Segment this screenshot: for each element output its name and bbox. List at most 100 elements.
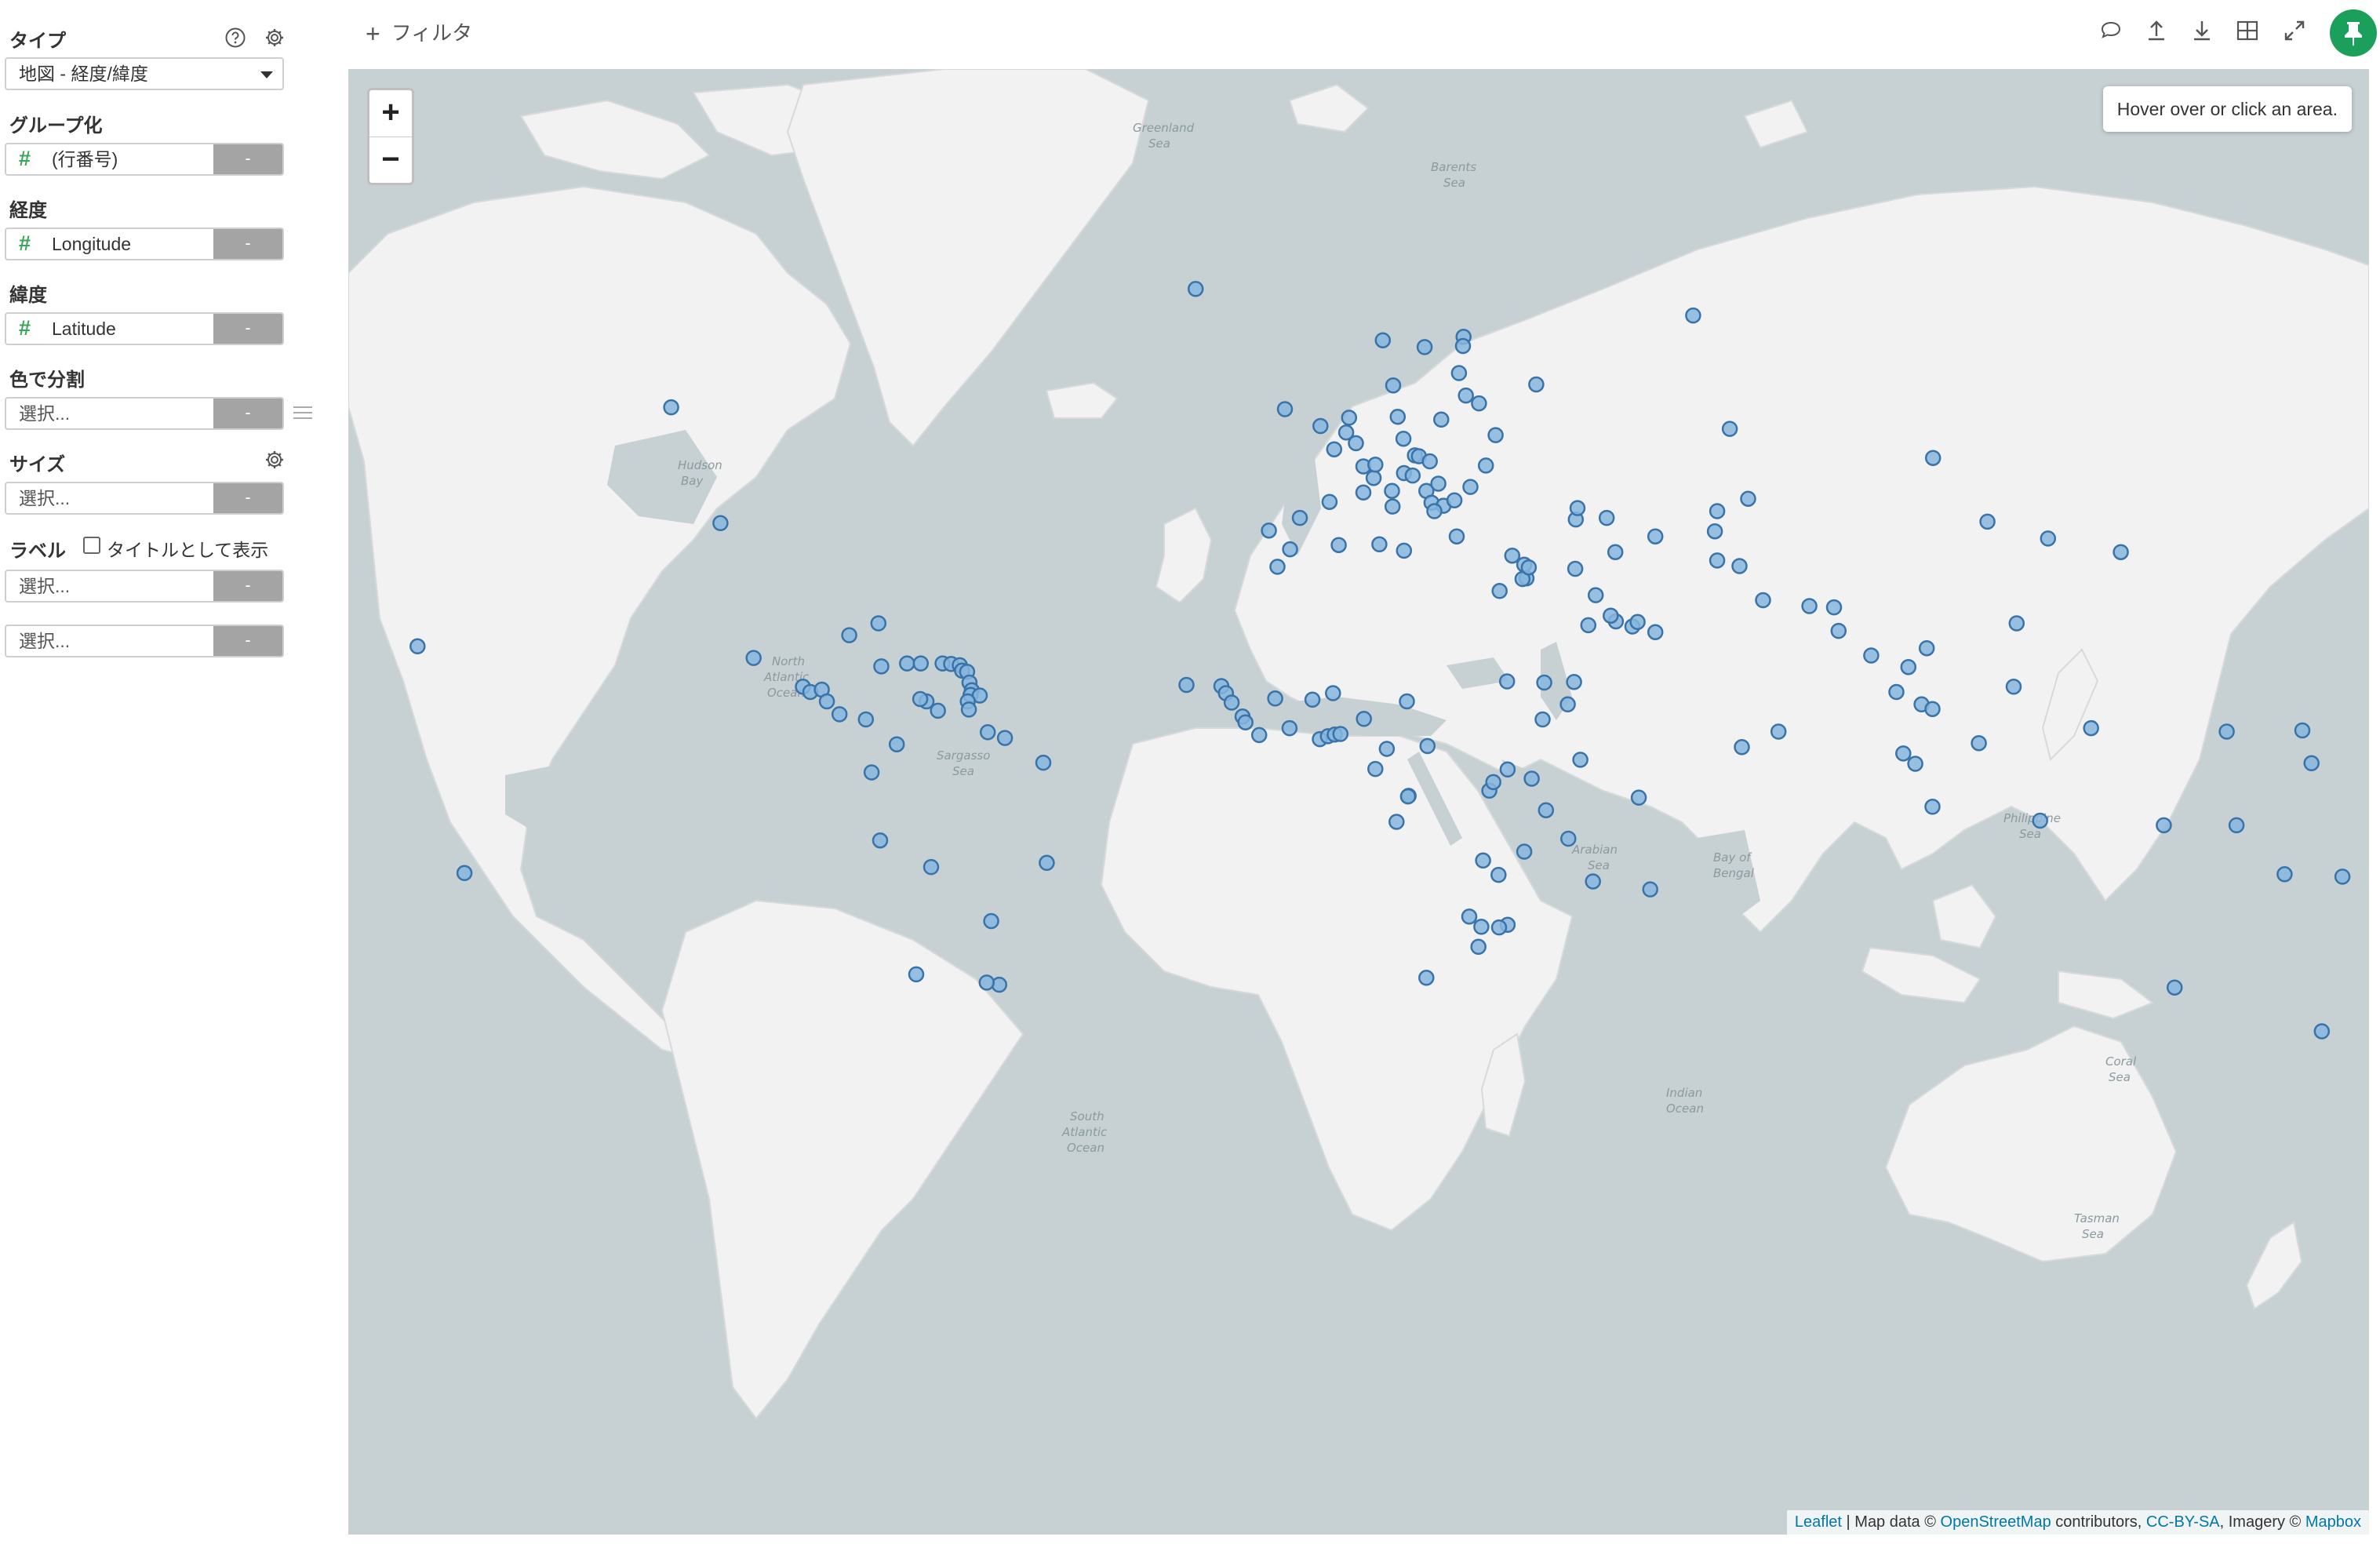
map-marker[interactable] xyxy=(1538,802,1555,818)
map-marker[interactable] xyxy=(872,832,889,849)
map-marker[interactable] xyxy=(1454,337,1472,355)
map-marker[interactable] xyxy=(1918,639,1935,657)
latitude-field[interactable]: # Latitude - xyxy=(5,312,284,345)
map-marker[interactable] xyxy=(818,693,835,710)
menu-lines-icon[interactable] xyxy=(293,406,312,422)
map-marker[interactable] xyxy=(1801,598,1818,614)
map-marker[interactable] xyxy=(2156,817,2172,834)
map-marker[interactable] xyxy=(409,638,426,655)
map-marker[interactable] xyxy=(1740,490,1756,507)
map-marker[interactable] xyxy=(1433,411,1450,428)
map-marker[interactable] xyxy=(1291,509,1308,526)
help-icon[interactable] xyxy=(224,27,246,49)
map-marker[interactable] xyxy=(1491,583,1508,599)
map-marker[interactable] xyxy=(1378,741,1396,757)
zoom-in-button[interactable]: + xyxy=(369,90,412,137)
map-marker[interactable] xyxy=(1490,866,1507,883)
map-marker[interactable] xyxy=(2040,530,2057,547)
leaflet-link[interactable]: Leaflet xyxy=(1795,1513,1842,1531)
color-split-field[interactable]: 選択... - xyxy=(5,397,284,430)
map-marker[interactable] xyxy=(923,858,940,876)
map-marker[interactable] xyxy=(870,615,887,632)
map-marker[interactable] xyxy=(1971,734,1987,752)
gear-icon[interactable] xyxy=(264,27,286,49)
map-marker[interactable] xyxy=(1471,395,1487,412)
map-marker[interactable] xyxy=(2083,719,2099,737)
map-marker[interactable] xyxy=(1355,484,1372,501)
map-marker[interactable] xyxy=(1276,401,1294,417)
map-marker[interactable] xyxy=(1187,281,1204,297)
map-marker[interactable] xyxy=(983,912,999,930)
longitude-field[interactable]: # Longitude - xyxy=(5,228,284,260)
map-marker[interactable] xyxy=(1430,475,1447,492)
map-marker[interactable] xyxy=(857,711,875,728)
map-marker[interactable] xyxy=(1388,814,1405,830)
map-marker[interactable] xyxy=(712,515,729,532)
map-marker[interactable] xyxy=(1863,647,1880,664)
map-marker[interactable] xyxy=(1560,830,1577,847)
map-marker[interactable] xyxy=(1450,365,1468,381)
map-marker[interactable] xyxy=(863,764,880,781)
map-marker[interactable] xyxy=(1367,760,1384,777)
map-marker[interactable] xyxy=(1399,693,1415,710)
map-marker[interactable] xyxy=(1250,726,1268,744)
map-marker[interactable] xyxy=(1470,938,1487,956)
map-marker[interactable] xyxy=(1630,789,1647,806)
map-marker[interactable] xyxy=(1572,752,1588,768)
map-marker[interactable] xyxy=(2008,615,2025,632)
map-marker[interactable] xyxy=(2303,755,2320,772)
map-marker[interactable] xyxy=(899,655,915,672)
map-marker[interactable] xyxy=(1706,523,1723,540)
map-marker[interactable] xyxy=(2294,722,2311,739)
map-marker[interactable] xyxy=(1523,770,1540,787)
map-marker[interactable] xyxy=(1477,457,1494,474)
license-link[interactable]: CC-BY-SA xyxy=(2146,1513,2220,1531)
map-marker[interactable] xyxy=(1979,513,1996,530)
map-marker[interactable] xyxy=(1365,469,1382,486)
map-marker[interactable] xyxy=(1475,852,1491,869)
map-marker[interactable] xyxy=(1598,509,1615,526)
label-field-2[interactable]: 選択... - xyxy=(5,625,284,657)
upload-icon[interactable] xyxy=(2143,17,2170,44)
longitude-remove-button[interactable]: - xyxy=(213,229,282,259)
map-marker[interactable] xyxy=(1825,599,1843,616)
map-marker[interactable] xyxy=(1516,843,1533,860)
map-marker[interactable] xyxy=(745,650,762,666)
map-marker[interactable] xyxy=(2218,723,2235,740)
group-field[interactable]: # (行番号) - xyxy=(5,143,284,176)
map-marker[interactable] xyxy=(1384,482,1400,499)
map-marker[interactable] xyxy=(1448,528,1465,544)
map-marker[interactable] xyxy=(888,736,905,752)
map-marker[interactable] xyxy=(1330,537,1347,553)
map-marker[interactable] xyxy=(1569,500,1586,516)
size-gear-icon[interactable] xyxy=(264,449,286,471)
map-marker[interactable] xyxy=(1520,559,1538,576)
map-marker[interactable] xyxy=(2166,979,2183,996)
map-marker[interactable] xyxy=(960,701,977,718)
download-icon[interactable] xyxy=(2189,17,2215,44)
map-marker[interactable] xyxy=(930,702,946,719)
map-marker[interactable] xyxy=(1924,450,1941,466)
map-marker[interactable] xyxy=(978,974,995,991)
map-marker[interactable] xyxy=(1603,607,1619,624)
map-marker[interactable] xyxy=(1446,492,1463,508)
map-marker[interactable] xyxy=(2113,544,2129,560)
map-marker[interactable] xyxy=(1709,552,1726,569)
map-marker[interactable] xyxy=(1473,919,1490,935)
map-marker[interactable] xyxy=(456,865,473,882)
map-marker[interactable] xyxy=(1326,441,1343,457)
map-marker[interactable] xyxy=(1035,754,1052,771)
map-marker[interactable] xyxy=(1734,739,1750,756)
map-marker[interactable] xyxy=(1685,307,1701,324)
expand-icon[interactable] xyxy=(2281,17,2308,44)
map-marker[interactable] xyxy=(1421,453,1438,470)
latitude-remove-button[interactable]: - xyxy=(213,314,282,344)
map-marker[interactable] xyxy=(1567,560,1584,577)
map-marker[interactable] xyxy=(1566,673,1582,690)
map-marker[interactable] xyxy=(1487,427,1504,443)
label-field-1[interactable]: 選択... - xyxy=(5,570,284,603)
map-marker[interactable] xyxy=(1404,467,1421,484)
map-marker[interactable] xyxy=(1709,503,1726,519)
map-marker[interactable] xyxy=(663,399,679,416)
map-marker[interactable] xyxy=(1528,376,1545,393)
